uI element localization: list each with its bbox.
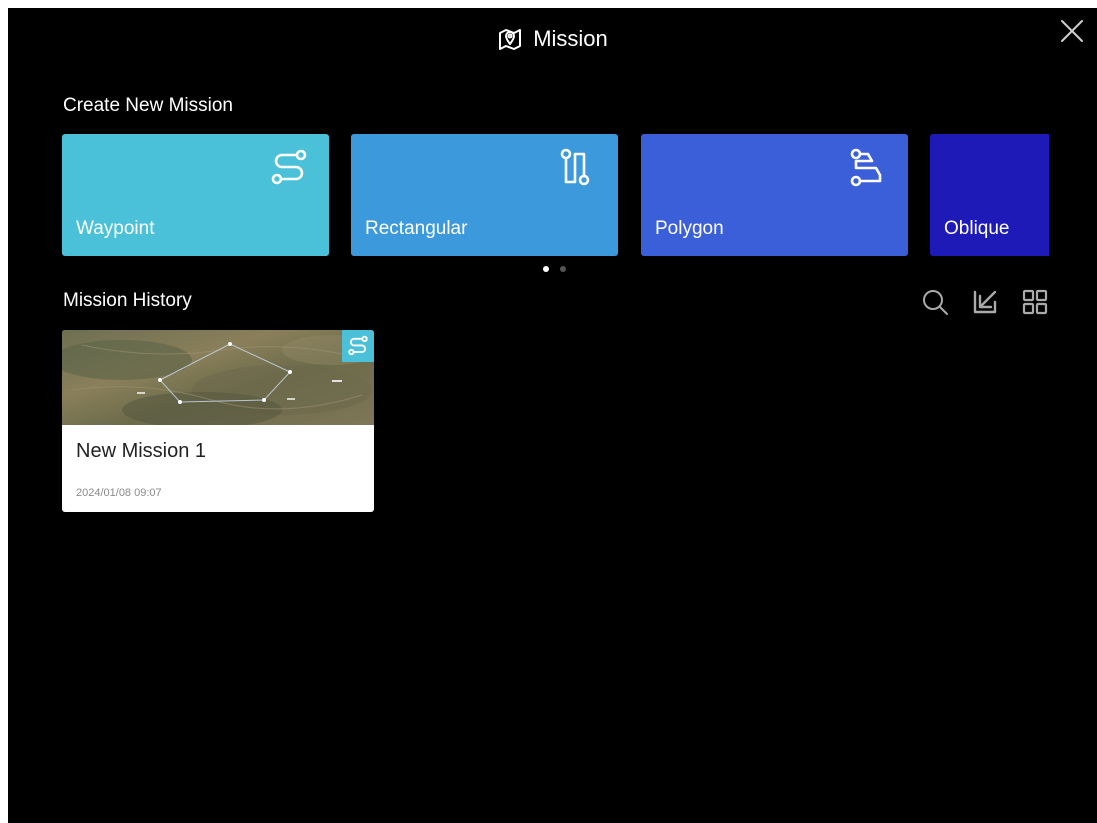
create-mission-title: Create New Mission: [63, 95, 233, 116]
map-pin-icon: [499, 29, 522, 50]
polygon-card[interactable]: Polygon: [641, 134, 908, 256]
close-icon[interactable]: [1059, 18, 1085, 44]
pagination-dot-active[interactable]: [543, 266, 549, 272]
waypoint-card[interactable]: Waypoint: [62, 134, 329, 256]
rectangular-route-icon: [560, 148, 590, 186]
mission-history-item[interactable]: New Mission 1 2024/01/08 09:07: [62, 330, 374, 512]
mission-history-title: Mission History: [63, 290, 192, 311]
polygon-route-icon: [850, 148, 882, 187]
import-icon[interactable]: [971, 288, 999, 316]
rectangular-label: Rectangular: [365, 218, 468, 239]
waypoint-route-icon: [348, 335, 368, 356]
grid-view-icon[interactable]: [1021, 288, 1049, 316]
pagination-dot[interactable]: [560, 266, 566, 272]
mission-thumbnail: [62, 330, 374, 425]
mission-type-carousel[interactable]: Waypoint Rectangular Polygon Oblique: [62, 134, 1049, 256]
mission-type-badge: [342, 330, 374, 362]
waypoint-label: Waypoint: [76, 218, 155, 239]
page-title: Mission: [8, 26, 1097, 52]
mission-date: 2024/01/08 09:07: [76, 487, 162, 499]
header: Mission: [8, 8, 1097, 68]
oblique-label: Oblique: [944, 218, 1010, 239]
search-icon[interactable]: [921, 288, 949, 316]
mission-screen: Mission Create New Mission Waypoint Rect…: [8, 8, 1097, 823]
page-title-text: Mission: [533, 26, 608, 51]
rectangular-card[interactable]: Rectangular: [351, 134, 618, 256]
map-thumbnail-image: [62, 330, 374, 425]
mission-name: New Mission 1: [76, 440, 207, 462]
oblique-card[interactable]: Oblique: [930, 134, 1049, 256]
carousel-pagination: [543, 266, 566, 272]
history-toolbar: [921, 288, 1049, 316]
waypoint-route-icon: [271, 149, 307, 185]
polygon-label: Polygon: [655, 218, 724, 239]
